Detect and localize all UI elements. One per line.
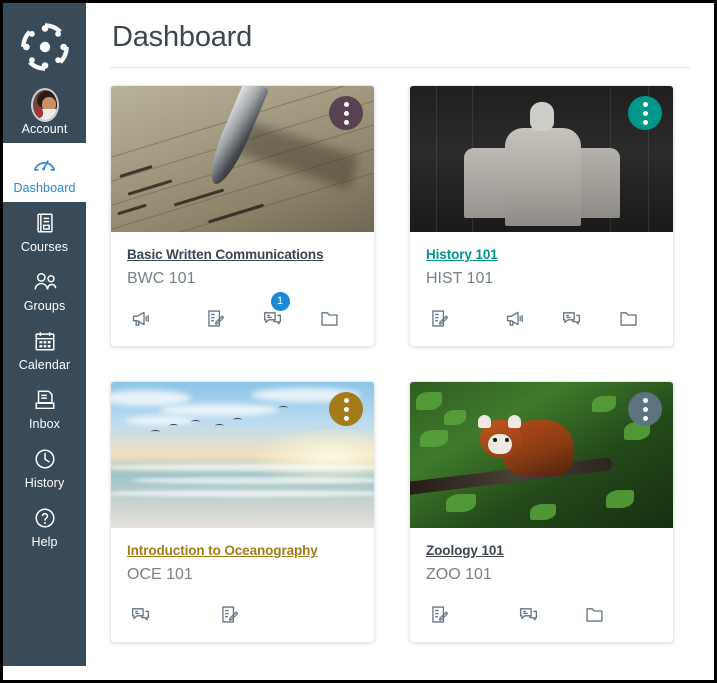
sidebar-item-label: Groups	[23, 299, 66, 313]
assignments-button[interactable]	[426, 303, 486, 333]
sidebar-item-inbox[interactable]: Inbox	[3, 379, 86, 438]
course-card-hero-image[interactable]	[410, 382, 673, 528]
course-card-code: BWC 101	[127, 270, 196, 287]
course-card-options-button[interactable]	[628, 392, 662, 426]
course-card-hero-image[interactable]	[410, 86, 673, 232]
files-button[interactable]	[561, 599, 627, 629]
course-card-body: Basic Written Communications BWC 101	[111, 232, 374, 289]
sidebar-item-account[interactable]: Account	[3, 84, 86, 143]
course-card-title[interactable]: Introduction to Oceanography	[127, 543, 318, 558]
course-card-title[interactable]: History 101	[426, 247, 498, 262]
course-card-hero-image[interactable]	[111, 382, 374, 528]
assignments-button[interactable]	[196, 599, 262, 629]
main-content: Dashboard Basic Written Communications B…	[86, 3, 714, 680]
course-card-hero-image[interactable]	[111, 86, 374, 232]
discussions-button[interactable]	[495, 599, 561, 629]
app-viewport: Account Dashboard Courses Groups Calenda…	[3, 3, 714, 680]
people-icon	[31, 268, 59, 296]
sidebar-item-calendar[interactable]: Calendar	[3, 320, 86, 379]
course-card[interactable]: Zoology 101 ZOO 101	[409, 381, 674, 643]
course-card[interactable]: Introduction to Oceanography OCE 101	[110, 381, 375, 643]
global-navigation-sidebar: Account Dashboard Courses Groups Calenda…	[3, 3, 86, 666]
sidebar-item-label: Courses	[20, 240, 69, 254]
course-card-options-button[interactable]	[329, 96, 363, 130]
course-card-title[interactable]: Zoology 101	[426, 543, 504, 558]
discussions-button[interactable]	[127, 599, 196, 629]
course-card-actions	[410, 585, 673, 642]
course-card-title[interactable]: Basic Written Communications	[127, 247, 324, 262]
sidebar-item-label: Dashboard	[13, 181, 76, 195]
assignments-button[interactable]	[187, 303, 244, 333]
course-card-code: OCE 101	[127, 566, 193, 583]
sidebar-item-courses[interactable]: Courses	[3, 202, 86, 261]
course-card-actions	[410, 289, 673, 346]
course-card-body: History 101 HIST 101	[410, 232, 673, 289]
course-card-body: Zoology 101 ZOO 101	[410, 528, 673, 585]
course-card-options-button[interactable]	[628, 96, 662, 130]
sidebar-item-help[interactable]: Help	[3, 497, 86, 556]
announcements-button[interactable]	[486, 303, 543, 333]
course-card[interactable]: History 101 HIST 101	[409, 85, 674, 347]
course-card-actions	[111, 585, 374, 642]
course-card-grid: Basic Written Communications BWC 101 1 H…	[110, 85, 690, 643]
sidebar-item-label: Inbox	[28, 417, 61, 431]
discussions-button[interactable]	[543, 303, 600, 333]
book-icon	[31, 209, 59, 237]
page-title: Dashboard	[112, 21, 253, 53]
sidebar-item-label: History	[24, 476, 65, 490]
course-card[interactable]: Basic Written Communications BWC 101 1	[110, 85, 375, 347]
dashboard-gauge-icon	[31, 150, 59, 178]
sidebar-item-history[interactable]: History	[3, 438, 86, 497]
clock-icon	[31, 445, 59, 473]
course-card-actions: 1	[111, 289, 374, 346]
course-card-code: ZOO 101	[426, 566, 492, 583]
question-circle-icon	[31, 504, 59, 532]
course-card-body: Introduction to Oceanography OCE 101	[111, 528, 374, 585]
course-card-code: HIST 101	[426, 270, 494, 287]
inbox-tray-icon	[31, 386, 59, 414]
user-avatar-icon	[30, 88, 59, 122]
sidebar-item-label: Account	[21, 122, 68, 136]
announcements-button[interactable]	[127, 303, 187, 333]
canvas-logo-icon[interactable]	[18, 20, 72, 74]
sidebar-item-label: Help	[31, 535, 58, 549]
discussions-button[interactable]: 1	[244, 292, 301, 333]
title-divider	[110, 67, 690, 68]
avatar	[30, 88, 59, 122]
sidebar-item-groups[interactable]: Groups	[3, 261, 86, 320]
files-button[interactable]	[600, 303, 657, 333]
files-button[interactable]	[301, 303, 358, 333]
sidebar-item-label: Calendar	[18, 358, 71, 372]
assignments-button[interactable]	[426, 599, 495, 629]
calendar-icon	[31, 327, 59, 355]
unread-badge: 1	[270, 292, 290, 311]
course-card-options-button[interactable]	[329, 392, 363, 426]
sidebar-item-dashboard[interactable]: Dashboard	[3, 143, 86, 202]
